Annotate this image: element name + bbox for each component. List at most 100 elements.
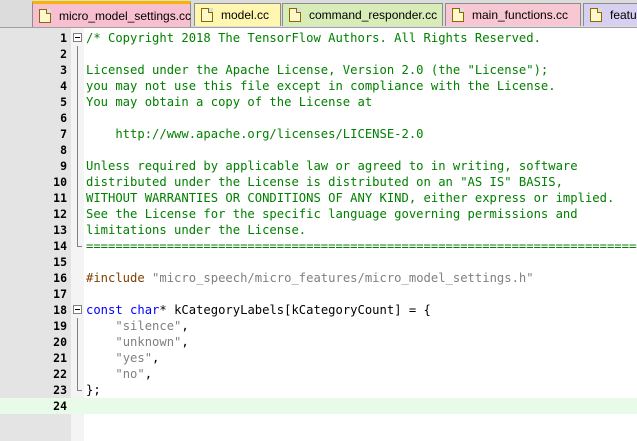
- code-line[interactable]: 3 Licensed under the Apache License, Vers…: [0, 62, 637, 78]
- line-number: 24: [53, 399, 67, 413]
- line-number: 2: [60, 47, 67, 61]
- code-line[interactable]: 12 See the License for the specific langu…: [0, 206, 637, 222]
- fold-guide: [77, 222, 78, 238]
- code-text: ========================================…: [86, 238, 637, 254]
- code-line[interactable]: 2: [0, 46, 637, 62]
- code-token: Licensed under the Apache License, Versi…: [86, 63, 549, 77]
- line-number: 14: [53, 239, 67, 253]
- fold-guide: [77, 238, 82, 247]
- line-number: 5: [60, 95, 67, 109]
- code-line[interactable]: 19 "silence",: [0, 318, 637, 334]
- line-number: 3: [60, 63, 67, 77]
- line-number: 20: [53, 335, 67, 349]
- line-number: 21: [53, 351, 67, 365]
- code-text: WITHOUT WARRANTIES OR CONDITIONS OF ANY …: [86, 190, 614, 206]
- code-token: * kCategoryLabels[kCategoryCount] = {: [159, 303, 431, 317]
- code-token: you may not use this file except in comp…: [86, 79, 556, 93]
- code-text: "no",: [86, 366, 152, 382]
- fold-guide: [77, 110, 78, 126]
- code-line[interactable]: 17: [0, 286, 637, 302]
- code-text: #include "micro_speech/micro_features/mi…: [86, 270, 534, 286]
- line-number: 17: [53, 287, 67, 301]
- code-token: distributed under the License is distrib…: [86, 175, 563, 189]
- code-text: Licensed under the Apache License, Versi…: [86, 62, 548, 78]
- code-line[interactable]: 23};: [0, 382, 637, 398]
- code-editor[interactable]: 1 /* Copyright 2018 The TensorFlow Author…: [0, 28, 637, 441]
- line-number: 12: [53, 207, 67, 221]
- tab-label: model.cc: [221, 8, 270, 22]
- code-line[interactable]: 22 "no",: [0, 366, 637, 382]
- code-text: distributed under the License is distrib…: [86, 174, 563, 190]
- line-number: 22: [53, 367, 67, 381]
- code-text: Unless required by applicable law or agr…: [86, 158, 578, 174]
- fold-guide: [77, 142, 78, 158]
- code-line[interactable]: 5 You may obtain a copy of the License at: [0, 94, 637, 110]
- code-text: limitations under the License.: [86, 222, 306, 238]
- fold-collapse-icon[interactable]: [73, 305, 82, 314]
- fold-guide: [77, 350, 78, 366]
- tab-bar: micro_model_settings.cc model.cc command_r…: [0, 0, 637, 28]
- code-line[interactable]: 18 const char* kCategoryLabels[kCategoryC…: [0, 302, 637, 318]
- code-token: Unless required by applicable law or agr…: [86, 159, 578, 173]
- code-line[interactable]: 7 http://www.apache.org/licenses/LICENSE…: [0, 126, 637, 142]
- tab-label: command_responder.cc: [309, 8, 438, 22]
- code-line[interactable]: 4 you may not use this file except in com…: [0, 78, 637, 94]
- code-text: http://www.apache.org/licenses/LICENSE-2…: [86, 126, 424, 142]
- line-number: 7: [60, 127, 67, 141]
- fold-guide: [77, 334, 78, 350]
- tab-command-responder-cc[interactable]: command_responder.cc: [282, 3, 443, 26]
- code-line[interactable]: 9 Unless required by applicable law or ag…: [0, 158, 637, 174]
- line-number: 18: [53, 303, 67, 317]
- file-icon: [452, 8, 464, 22]
- line-number: 19: [53, 319, 67, 333]
- code-line[interactable]: 1 /* Copyright 2018 The TensorFlow Author…: [0, 30, 637, 46]
- fold-guide: [77, 190, 78, 206]
- code-text: You may obtain a copy of the License at: [86, 94, 372, 110]
- code-line[interactable]: 16 #include "micro_speech/micro_features/…: [0, 270, 637, 286]
- code-line[interactable]: 6: [0, 110, 637, 126]
- fold-collapse-icon[interactable]: [73, 33, 82, 42]
- fold-guide: [77, 318, 78, 334]
- fold-guide: [77, 46, 78, 62]
- code-line[interactable]: 11 WITHOUT WARRANTIES OR CONDITIONS OF AN…: [0, 190, 637, 206]
- code-text: /* Copyright 2018 The TensorFlow Authors…: [86, 30, 541, 46]
- code-line[interactable]: 20 "unknown",: [0, 334, 637, 350]
- code-token: ,: [152, 351, 160, 365]
- code-line[interactable]: 21 "yes",: [0, 350, 637, 366]
- code-token: http://www.apache.org/licenses/LICENSE-2…: [86, 127, 424, 141]
- code-line[interactable]: 24: [0, 398, 637, 414]
- line-number: 11: [53, 191, 67, 205]
- code-text: See the License for the specific languag…: [86, 206, 578, 222]
- code-token: /* Copyright 2018 The TensorFlow Authors…: [86, 31, 541, 45]
- file-icon: [590, 8, 602, 22]
- line-number: 15: [53, 255, 67, 269]
- code-text: };: [86, 382, 101, 398]
- code-line[interactable]: 15: [0, 254, 637, 270]
- line-number: 16: [53, 271, 67, 285]
- tab-micro-model-settings-cc[interactable]: micro_model_settings.cc: [32, 1, 191, 27]
- code-line[interactable]: 14 ======================================…: [0, 238, 637, 254]
- code-token: ,: [181, 335, 189, 349]
- tab-featu[interactable]: featu: [583, 3, 637, 26]
- tab-label: micro_model_settings.cc: [59, 8, 192, 23]
- code-token: "unknown": [115, 335, 182, 349]
- code-line[interactable]: 13 limitations under the License.: [0, 222, 637, 238]
- tab-model-cc[interactable]: model.cc: [194, 3, 281, 26]
- code-text: "silence",: [86, 318, 189, 334]
- code-token: WITHOUT WARRANTIES OR CONDITIONS OF ANY …: [86, 191, 615, 205]
- code-text: "unknown",: [86, 334, 189, 350]
- tab-main-functions-cc[interactable]: main_functions.cc: [445, 3, 581, 26]
- code-line[interactable]: 8: [0, 142, 637, 158]
- line-number: 1: [60, 31, 67, 45]
- code-text: "yes",: [86, 350, 159, 366]
- code-token: char: [130, 303, 160, 317]
- code-text: you may not use this file except in comp…: [86, 78, 556, 94]
- code-line[interactable]: 10 distributed under the License is distr…: [0, 174, 637, 190]
- code-token: ,: [181, 319, 189, 333]
- fold-guide: [77, 62, 78, 78]
- code-token: #include: [86, 271, 153, 285]
- fold-guide: [77, 366, 78, 382]
- fold-guide: [77, 158, 78, 174]
